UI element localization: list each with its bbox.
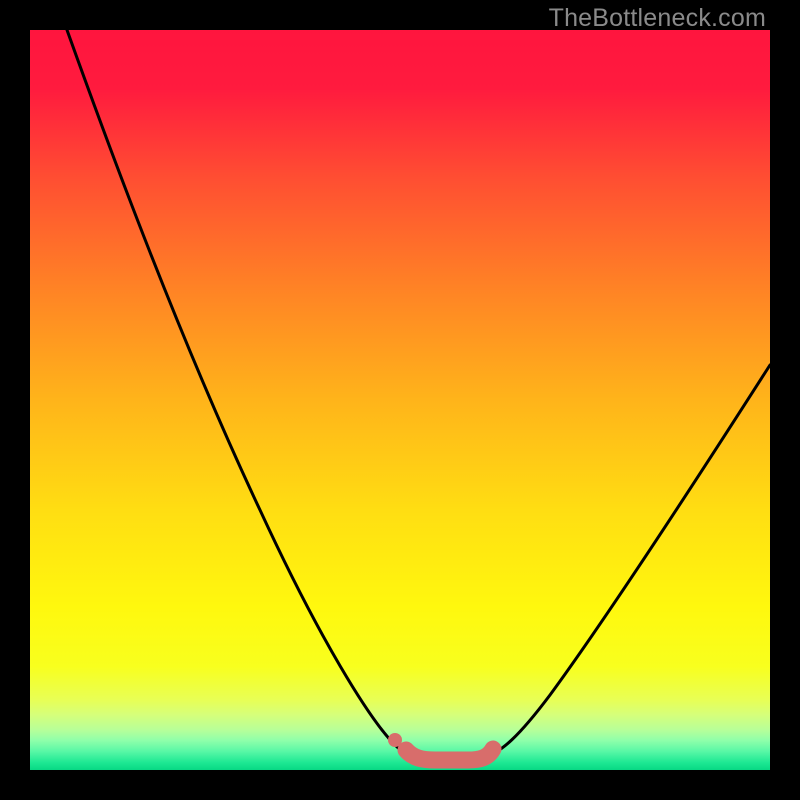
chart-frame: TheBottleneck.com <box>0 0 800 800</box>
chart-curves <box>30 30 770 770</box>
pink-bottleneck-band <box>406 749 493 760</box>
black-right-curve <box>485 365 770 756</box>
plot-area <box>30 30 770 770</box>
watermark-text: TheBottleneck.com <box>549 4 766 33</box>
black-left-curve <box>67 30 418 757</box>
